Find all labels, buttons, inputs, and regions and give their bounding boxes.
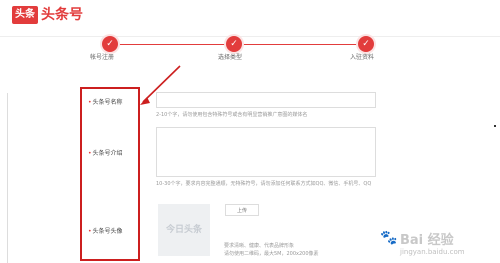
cursor-dot (494, 125, 496, 127)
avatar-field-label: •头条号头像 (88, 226, 123, 235)
step-1-label: 帐号注册 (90, 54, 115, 61)
header: 头条 头条号 (0, 0, 500, 36)
avatar-preview: 今日头条 (158, 204, 210, 256)
header-divider (0, 36, 500, 37)
step-3-label: 入驻资料 (350, 54, 375, 61)
avatar-label-text: 头条号头像 (92, 228, 123, 235)
step-3-check-icon: ✓ (358, 36, 374, 52)
intro-field-label: •头条号介绍 (88, 148, 123, 157)
step-2-label: 选择类型 (218, 54, 243, 61)
intro-textarea[interactable] (156, 127, 376, 177)
watermark: 🐾 Bai 经验 jingyan.baidu.com (380, 228, 498, 261)
step-2-check-icon: ✓ (226, 36, 242, 52)
logo-badge[interactable]: 头条 (12, 6, 38, 24)
required-marker: • (88, 228, 92, 235)
avatar-hint-1: 要求清晰、健康、代表品牌形象 (224, 243, 295, 249)
intro-label-text: 头条号介绍 (92, 150, 123, 157)
intro-hint: 10-30个字，要求内容完整通顺，无特殊符号，请勿添加任何联系方式如QQ、微信、… (156, 181, 372, 187)
paw-icon: 🐾 (380, 230, 398, 246)
watermark-url: jingyan.baidu.com (400, 248, 465, 256)
name-label-text: 头条号名称 (92, 99, 123, 106)
step-1-check-icon: ✓ (102, 36, 118, 52)
name-input[interactable] (156, 92, 376, 108)
name-hint: 2-10个字，请勿使用包含特殊符号或含有明显营销推广意图的媒体名 (156, 112, 308, 118)
required-marker: • (88, 150, 92, 157)
logo-text[interactable]: 头条号 (41, 4, 83, 24)
required-marker: • (88, 99, 92, 106)
left-divider (7, 93, 8, 263)
avatar-hint-2: 请勿使用二维码，最大5M，200x200像素 (224, 251, 319, 257)
upload-button[interactable]: 上传 (225, 204, 259, 216)
name-field-label: •头条号名称 (88, 97, 123, 106)
watermark-text: Bai 经验 (400, 233, 454, 248)
